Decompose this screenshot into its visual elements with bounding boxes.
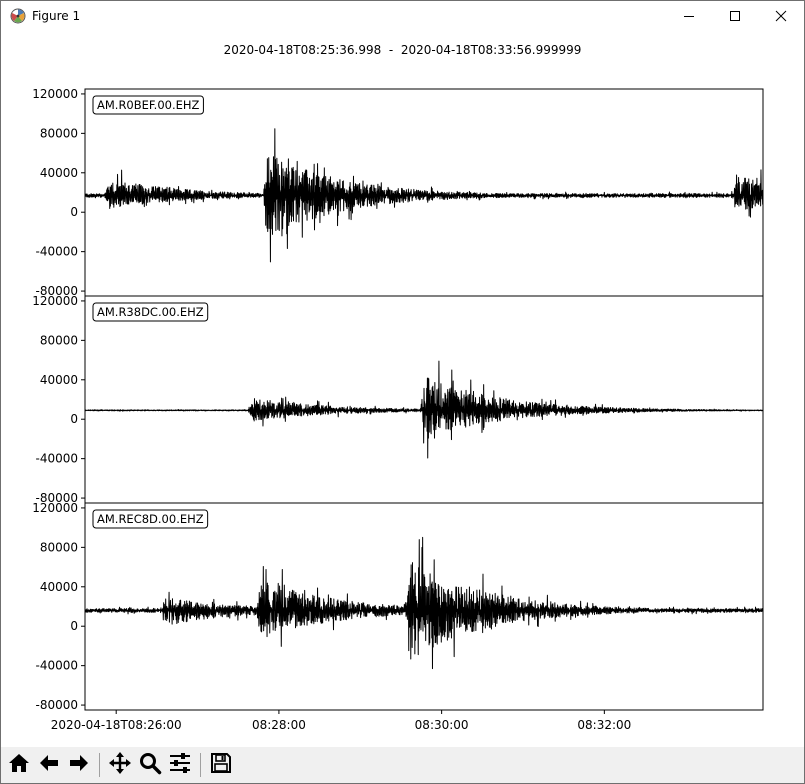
y-tick-label: 80000 [40, 333, 78, 347]
magnifier-icon [138, 751, 162, 779]
sliders-icon [168, 751, 192, 779]
figure-canvas[interactable]: 2020-04-18T08:25:36.998 - 2020-04-18T08:… [1, 31, 804, 747]
x-tick-label: 08:28:00 [252, 718, 306, 732]
y-tick-label: 120000 [32, 294, 78, 308]
close-icon [775, 10, 787, 22]
y-tick-label: 120000 [32, 87, 78, 101]
back-button[interactable] [35, 751, 63, 779]
y-tick-label: -40000 [35, 659, 78, 673]
y-tick-label: 0 [70, 619, 78, 633]
y-tick-label: -40000 [35, 452, 78, 466]
y-tick-label: 120000 [32, 501, 78, 515]
save-button[interactable] [207, 751, 235, 779]
configure-subplots-button[interactable] [166, 751, 194, 779]
waveform-trace-AM.R0BEF.00.EHZ [84, 128, 764, 263]
x-tick-label: 08:32:00 [577, 718, 631, 732]
trace-label: AM.R38DC.00.EHZ [97, 305, 204, 319]
waveform-trace-AM.R38DC.00.EHZ [84, 360, 764, 459]
move-icon [108, 751, 132, 779]
x-tick-label: 2020-04-18T08:26:00 [51, 718, 182, 732]
maximize-button[interactable] [712, 1, 758, 31]
y-tick-label: -40000 [35, 245, 78, 259]
home-button[interactable] [5, 751, 33, 779]
toolbar-separator [200, 753, 201, 777]
close-button[interactable] [758, 1, 804, 31]
y-tick-label: 0 [70, 205, 78, 219]
home-icon [7, 751, 31, 779]
floppy-disk-icon [209, 751, 233, 779]
figure-window: Figure 1 2020-04-18T08:25:36.998 - 2020-… [0, 0, 805, 784]
seismogram-plot: 120000 80000 40000 0 -40000 -80000 AM.R0BEF.00… [32, 87, 764, 732]
forward-button[interactable] [65, 751, 93, 779]
trace-label: AM.REC8D.00.EHZ [97, 512, 204, 526]
y-tick-label: 40000 [40, 166, 78, 180]
y-tick-label: 40000 [40, 373, 78, 387]
y-tick-label: 80000 [40, 126, 78, 140]
waveform-trace-AM.REC8D.00.EHZ [84, 536, 764, 670]
arrow-right-icon [67, 751, 91, 779]
navigation-toolbar [1, 747, 804, 783]
window-title: Figure 1 [32, 9, 81, 23]
toolbar-separator [99, 753, 100, 777]
x-tick-label: 08:30:00 [415, 718, 469, 732]
pan-button[interactable] [106, 751, 134, 779]
matplotlib-logo-icon [10, 8, 26, 24]
maximize-icon [729, 10, 741, 22]
y-tick-label: -80000 [35, 698, 78, 712]
minimize-button[interactable] [666, 1, 712, 31]
minimize-icon [683, 10, 695, 22]
title-bar[interactable]: Figure 1 [1, 1, 804, 31]
y-tick-label: 80000 [40, 540, 78, 554]
y-tick-label: 40000 [40, 580, 78, 594]
trace-label: AM.R0BEF.00.EHZ [97, 98, 200, 112]
zoom-button[interactable] [136, 751, 164, 779]
arrow-left-icon [37, 751, 61, 779]
y-tick-label: 0 [70, 412, 78, 426]
